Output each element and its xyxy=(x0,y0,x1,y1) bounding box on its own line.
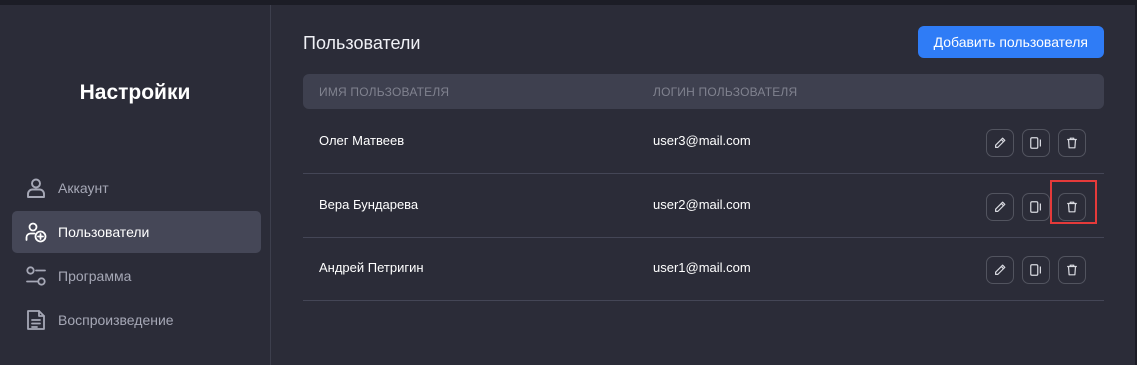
sidebar-item-playback[interactable]: Воспроизведение xyxy=(12,299,261,341)
user-login-cell: user1@mail.com xyxy=(653,260,751,275)
page-title: Пользователи xyxy=(303,33,421,53)
delete-highlight-box xyxy=(1050,180,1097,224)
user-name-cell: Олег Матвеев xyxy=(319,133,405,148)
row-actions xyxy=(986,256,1086,284)
sidebar-divider xyxy=(270,5,271,365)
edit-button[interactable] xyxy=(986,256,1014,284)
trash-icon xyxy=(1067,137,1077,149)
sidebar-nav: Аккаунт Пользователи Программа Воспроизв… xyxy=(12,167,261,343)
users-panel: Пользователи Добавить пользователя ИМЯ П… xyxy=(303,5,1104,365)
sidebar-item-label: Воспроизведение xyxy=(58,312,174,328)
sidebar: Настройки Аккаунт Пользователи Программа… xyxy=(0,5,270,365)
column-header-login: ЛОГИН ПОЛЬЗОВАТЕЛЯ xyxy=(653,85,798,99)
table-row: Вера Бундарева user2@mail.com xyxy=(303,175,1104,238)
delete-button[interactable] xyxy=(1058,129,1086,157)
row-actions xyxy=(986,129,1086,157)
sidebar-panel-icon xyxy=(1030,264,1041,276)
table-header: ИМЯ ПОЛЬЗОВАТЕЛЯ ЛОГИН ПОЛЬЗОВАТЕЛЯ xyxy=(303,74,1104,109)
delete-button[interactable] xyxy=(1058,256,1086,284)
panel-button[interactable] xyxy=(1022,129,1050,157)
user-add-icon xyxy=(24,220,48,244)
sidebar-item-label: Пользователи xyxy=(58,224,150,240)
pencil-icon xyxy=(995,137,1006,148)
user-icon xyxy=(24,176,48,200)
sidebar-panel-icon xyxy=(1030,201,1041,213)
column-header-name: ИМЯ ПОЛЬЗОВАТЕЛЯ xyxy=(319,85,450,99)
panel-button[interactable] xyxy=(1022,256,1050,284)
sidebar-item-label: Аккаунт xyxy=(58,180,109,196)
table-row: Андрей Петригин user1@mail.com xyxy=(303,238,1104,301)
settings-title: Настройки xyxy=(79,81,191,104)
trash-icon xyxy=(1067,264,1077,276)
sidebar-item-program[interactable]: Программа xyxy=(12,255,261,297)
add-user-button[interactable]: Добавить пользователя xyxy=(917,26,1104,58)
sidebar-item-users[interactable]: Пользователи xyxy=(12,211,261,253)
sidebar-panel-icon xyxy=(1030,137,1041,149)
edit-button[interactable] xyxy=(986,129,1014,157)
panel-button[interactable] xyxy=(1022,193,1050,221)
user-name-cell: Андрей Петригин xyxy=(319,260,424,275)
table-row: Олег Матвеев user3@mail.com xyxy=(303,111,1104,174)
sidebar-item-label: Программа xyxy=(58,268,132,284)
edit-button[interactable] xyxy=(986,193,1014,221)
document-icon xyxy=(24,308,48,332)
user-name-cell: Вера Бундарева xyxy=(319,197,419,212)
user-login-cell: user3@mail.com xyxy=(653,133,751,148)
sidebar-item-account[interactable]: Аккаунт xyxy=(12,167,261,209)
sliders-icon xyxy=(24,264,48,288)
pencil-icon xyxy=(995,264,1006,275)
pencil-icon xyxy=(995,201,1006,212)
user-login-cell: user2@mail.com xyxy=(653,197,751,212)
